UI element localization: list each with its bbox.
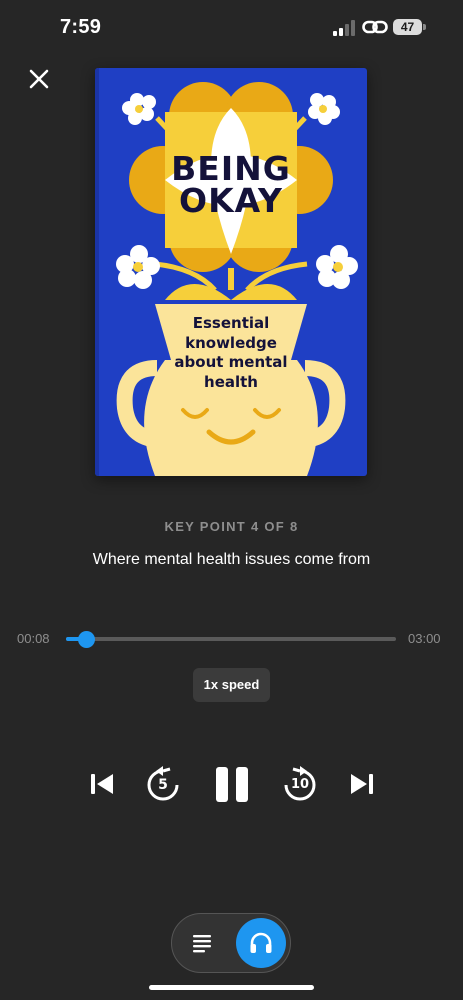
progress-track[interactable] bbox=[66, 630, 396, 648]
forward-seconds: 10 bbox=[290, 777, 310, 792]
cover-subtitle: Essential knowledge about mental health bbox=[174, 314, 288, 391]
next-button[interactable] bbox=[349, 771, 375, 797]
rewind-5-button[interactable]: 5 bbox=[145, 765, 181, 803]
battery-indicator: 47 bbox=[393, 19, 426, 35]
status-time: 7:59 bbox=[60, 16, 102, 38]
cover-illustration bbox=[95, 68, 367, 476]
text-mode-button[interactable] bbox=[190, 930, 216, 956]
key-point-label: KEY POINT 4 OF 8 bbox=[164, 519, 299, 534]
close-button[interactable] bbox=[26, 66, 52, 92]
home-indicator bbox=[149, 985, 314, 990]
book-cover: BEING OKAY Essential knowledge about men… bbox=[95, 68, 367, 476]
previous-button[interactable] bbox=[89, 771, 115, 797]
text-lines-icon bbox=[193, 935, 211, 953]
cover-title-line2: OKAY bbox=[179, 181, 283, 220]
close-icon bbox=[29, 69, 49, 89]
signal-icon bbox=[333, 20, 355, 36]
status-bar: 7:59 47 bbox=[0, 0, 463, 56]
audio-mode-button[interactable] bbox=[236, 918, 286, 968]
elapsed-time: 00:08 bbox=[17, 631, 50, 646]
link-icon bbox=[362, 20, 388, 34]
total-time: 03:00 bbox=[408, 631, 441, 646]
key-point-title: Where mental health issues come from bbox=[92, 551, 371, 568]
progress-thumb[interactable] bbox=[78, 630, 96, 648]
skip-previous-icon bbox=[91, 774, 113, 794]
pause-icon bbox=[216, 767, 248, 802]
pause-button[interactable] bbox=[215, 766, 249, 803]
skip-next-icon bbox=[351, 774, 373, 794]
rewind-seconds: 5 bbox=[158, 777, 168, 793]
headphones-icon bbox=[250, 932, 272, 953]
battery-tip bbox=[423, 24, 426, 30]
battery-level: 47 bbox=[393, 19, 422, 35]
mode-toggle bbox=[171, 913, 291, 973]
forward-10-button[interactable]: 10 bbox=[282, 765, 318, 803]
speed-button[interactable]: 1x speed bbox=[193, 668, 270, 702]
